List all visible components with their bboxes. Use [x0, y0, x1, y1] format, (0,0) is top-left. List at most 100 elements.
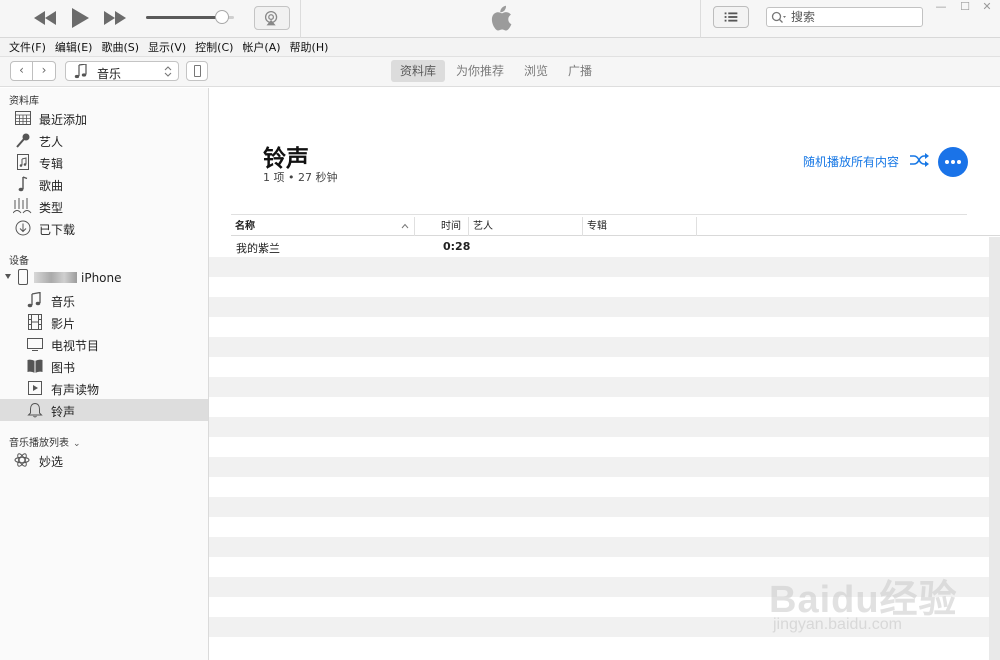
lcd-divider: [700, 0, 701, 38]
search-input[interactable]: [791, 9, 919, 25]
column-header-name[interactable]: 名称: [231, 217, 415, 236]
airplay-icon: [264, 10, 278, 26]
atom-icon: [14, 453, 30, 467]
redacted-device-name: [34, 272, 77, 283]
column-header-time[interactable]: 时间: [437, 217, 469, 236]
tab-for-you[interactable]: 为你推荐: [447, 60, 513, 82]
tab-library[interactable]: 资料库: [391, 60, 446, 82]
table-row: [209, 517, 989, 537]
disclosure-triangle-icon[interactable]: [5, 274, 11, 280]
forward-button[interactable]: ›: [33, 61, 56, 81]
menu-controls[interactable]: 控制(C): [195, 39, 233, 55]
library-tabs: 资料库 为你推荐 浏览 广播: [391, 60, 603, 82]
iphone-icon: [194, 65, 201, 77]
up-next-button[interactable]: [713, 6, 749, 28]
library-section-title: 资料库: [9, 96, 39, 107]
minimize-icon[interactable]: —: [934, 0, 948, 13]
sidebar-item-label: 音乐: [51, 295, 76, 309]
sidebar-device-iphone[interactable]: iPhone: [0, 267, 208, 289]
media-kind-label: 音乐: [97, 67, 122, 81]
column-header-album[interactable]: 专辑: [583, 217, 697, 236]
dot-icon: [945, 160, 949, 164]
tab-radio[interactable]: 广播: [559, 60, 601, 82]
watermark-url: jingyan.baidu.com: [773, 616, 902, 633]
shuffle-icon[interactable]: [909, 152, 929, 168]
media-kind-select[interactable]: 音乐: [65, 61, 179, 81]
sidebar-item-device-audiobooks[interactable]: 有声读物: [0, 377, 208, 399]
microphone-icon: [16, 133, 30, 148]
page-title: 铃声: [263, 146, 309, 172]
menu-view[interactable]: 显示(V): [148, 39, 186, 55]
close-icon[interactable]: ✕: [980, 0, 994, 13]
table-row[interactable]: 我的紫兰 0:28: [209, 237, 989, 257]
fast-forward-icon[interactable]: [104, 11, 126, 25]
table-row: [209, 457, 989, 477]
music-note-icon: [74, 64, 87, 79]
watermark: Baidu经验 jingyan.baidu.com: [769, 568, 989, 648]
sidebar-item-artists[interactable]: 艺人: [0, 129, 208, 151]
chevron-down-icon: ⌄: [73, 439, 81, 449]
table-row: [209, 317, 989, 337]
search-box[interactable]: [766, 7, 923, 27]
sidebar-item-device-movies[interactable]: 影片: [0, 311, 208, 333]
rewind-icon[interactable]: [34, 11, 56, 25]
sidebar-item-device-tones[interactable]: 铃声: [0, 399, 208, 421]
dot-icon: [957, 160, 961, 164]
more-options-button[interactable]: [938, 147, 968, 177]
track-name: 我的紫兰: [236, 242, 280, 255]
sidebar-item-genius[interactable]: 妙选: [0, 449, 208, 471]
play-icon[interactable]: [70, 8, 90, 28]
genre-icon: [13, 198, 32, 214]
sidebar-item-label: 艺人: [39, 135, 64, 149]
maximize-icon[interactable]: ☐: [958, 0, 972, 13]
table-row: [209, 477, 989, 497]
volume-level: [146, 16, 222, 19]
tv-icon: [27, 338, 43, 351]
track-time: 0:28: [443, 240, 471, 253]
itunes-window: — ☐ ✕ 文件(F) 编辑(E) 歌曲(S) 显示(V) 控制(C) 帐户(A…: [0, 0, 1000, 660]
back-button[interactable]: ‹: [10, 61, 33, 81]
tab-browse[interactable]: 浏览: [515, 60, 557, 82]
table-row: [209, 437, 989, 457]
sidebar-item-label: 歌曲: [39, 179, 64, 193]
table-row: [209, 357, 989, 377]
menu-edit[interactable]: 编辑(E): [55, 39, 93, 55]
column-header-artist[interactable]: 艺人: [469, 217, 583, 236]
table-row: [209, 497, 989, 517]
list-icon: [724, 12, 738, 22]
book-icon: [27, 359, 43, 373]
menu-song[interactable]: 歌曲(S): [101, 39, 139, 55]
watermark-text: Baidu经验: [769, 579, 958, 621]
sidebar-item-genres[interactable]: 类型: [0, 195, 208, 217]
table-row: [209, 277, 989, 297]
apple-logo-icon: [491, 5, 512, 31]
sidebar-item-label: 专辑: [39, 157, 64, 171]
device-button[interactable]: [186, 61, 208, 81]
vertical-scrollbar[interactable]: [989, 237, 1000, 660]
sidebar-item-songs[interactable]: 歌曲: [0, 173, 208, 195]
volume-knob[interactable]: [214, 10, 229, 24]
sidebar-item-device-tv[interactable]: 电视节目: [0, 333, 208, 355]
sidebar-item-recently-added[interactable]: 最近添加: [0, 107, 208, 129]
shuffle-all-link[interactable]: 随机播放所有内容: [803, 153, 899, 170]
chevron-updown-icon: [164, 66, 172, 77]
menu-file[interactable]: 文件(F): [9, 39, 46, 55]
menu-bar: 文件(F) 编辑(E) 歌曲(S) 显示(V) 控制(C) 帐户(A) 帮助(H…: [0, 38, 1000, 57]
airplay-button[interactable]: [254, 6, 290, 30]
dot-icon: [951, 160, 955, 164]
menu-account[interactable]: 帐户(A): [242, 39, 280, 55]
album-icon: [17, 154, 29, 170]
sidebar-item-label: 已下载: [39, 223, 76, 237]
table-row: [209, 257, 989, 277]
sidebar-item-label: 电视节目: [51, 339, 100, 353]
sidebar-item-device-music[interactable]: 音乐: [0, 289, 208, 311]
sidebar-item-device-books[interactable]: 图书: [0, 355, 208, 377]
sidebar-item-downloaded[interactable]: 已下载: [0, 217, 208, 239]
table-row: [209, 417, 989, 437]
playlists-section-title[interactable]: 音乐播放列表 ⌄: [9, 434, 81, 449]
sidebar-item-albums[interactable]: 专辑: [0, 151, 208, 173]
page-subtitle: 1 项 • 27 秒钟: [263, 171, 338, 184]
sidebar: 资料库 最近添加 艺人 专辑 歌曲 类型 已下载 设备 iPhone 音乐 影片…: [0, 88, 209, 660]
download-icon: [15, 220, 31, 236]
menu-help[interactable]: 帮助(H): [290, 39, 329, 55]
